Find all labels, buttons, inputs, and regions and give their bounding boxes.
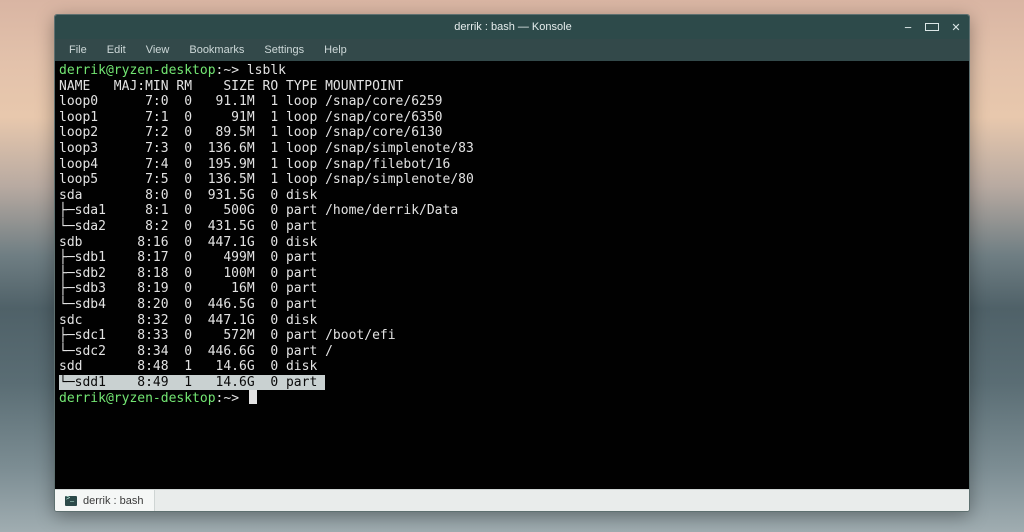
desktop-background: derrik : bash — Konsole File Edit View B…: [0, 0, 1024, 532]
window-title: derrik : bash — Konsole: [125, 21, 901, 33]
tab-bar: derrik : bash: [55, 489, 969, 511]
window-controls: [901, 20, 963, 35]
menu-edit[interactable]: Edit: [99, 42, 134, 58]
konsole-window: derrik : bash — Konsole File Edit View B…: [54, 14, 970, 512]
menu-bar: File Edit View Bookmarks Settings Help: [55, 39, 969, 61]
close-button[interactable]: [949, 21, 963, 34]
menu-settings[interactable]: Settings: [256, 42, 312, 58]
menu-bookmarks[interactable]: Bookmarks: [181, 42, 252, 58]
tab-label: derrik : bash: [83, 495, 144, 507]
minimize-button[interactable]: [901, 20, 915, 35]
terminal-viewport[interactable]: derrik@ryzen-desktop:~> lsblk NAME MAJ:M…: [55, 61, 969, 489]
menu-help[interactable]: Help: [316, 42, 355, 58]
tab-session-1[interactable]: derrik : bash: [55, 490, 155, 511]
terminal-icon: [65, 496, 77, 506]
window-titlebar[interactable]: derrik : bash — Konsole: [55, 15, 969, 39]
menu-view[interactable]: View: [138, 42, 178, 58]
maximize-button[interactable]: [925, 23, 939, 31]
menu-file[interactable]: File: [61, 42, 95, 58]
